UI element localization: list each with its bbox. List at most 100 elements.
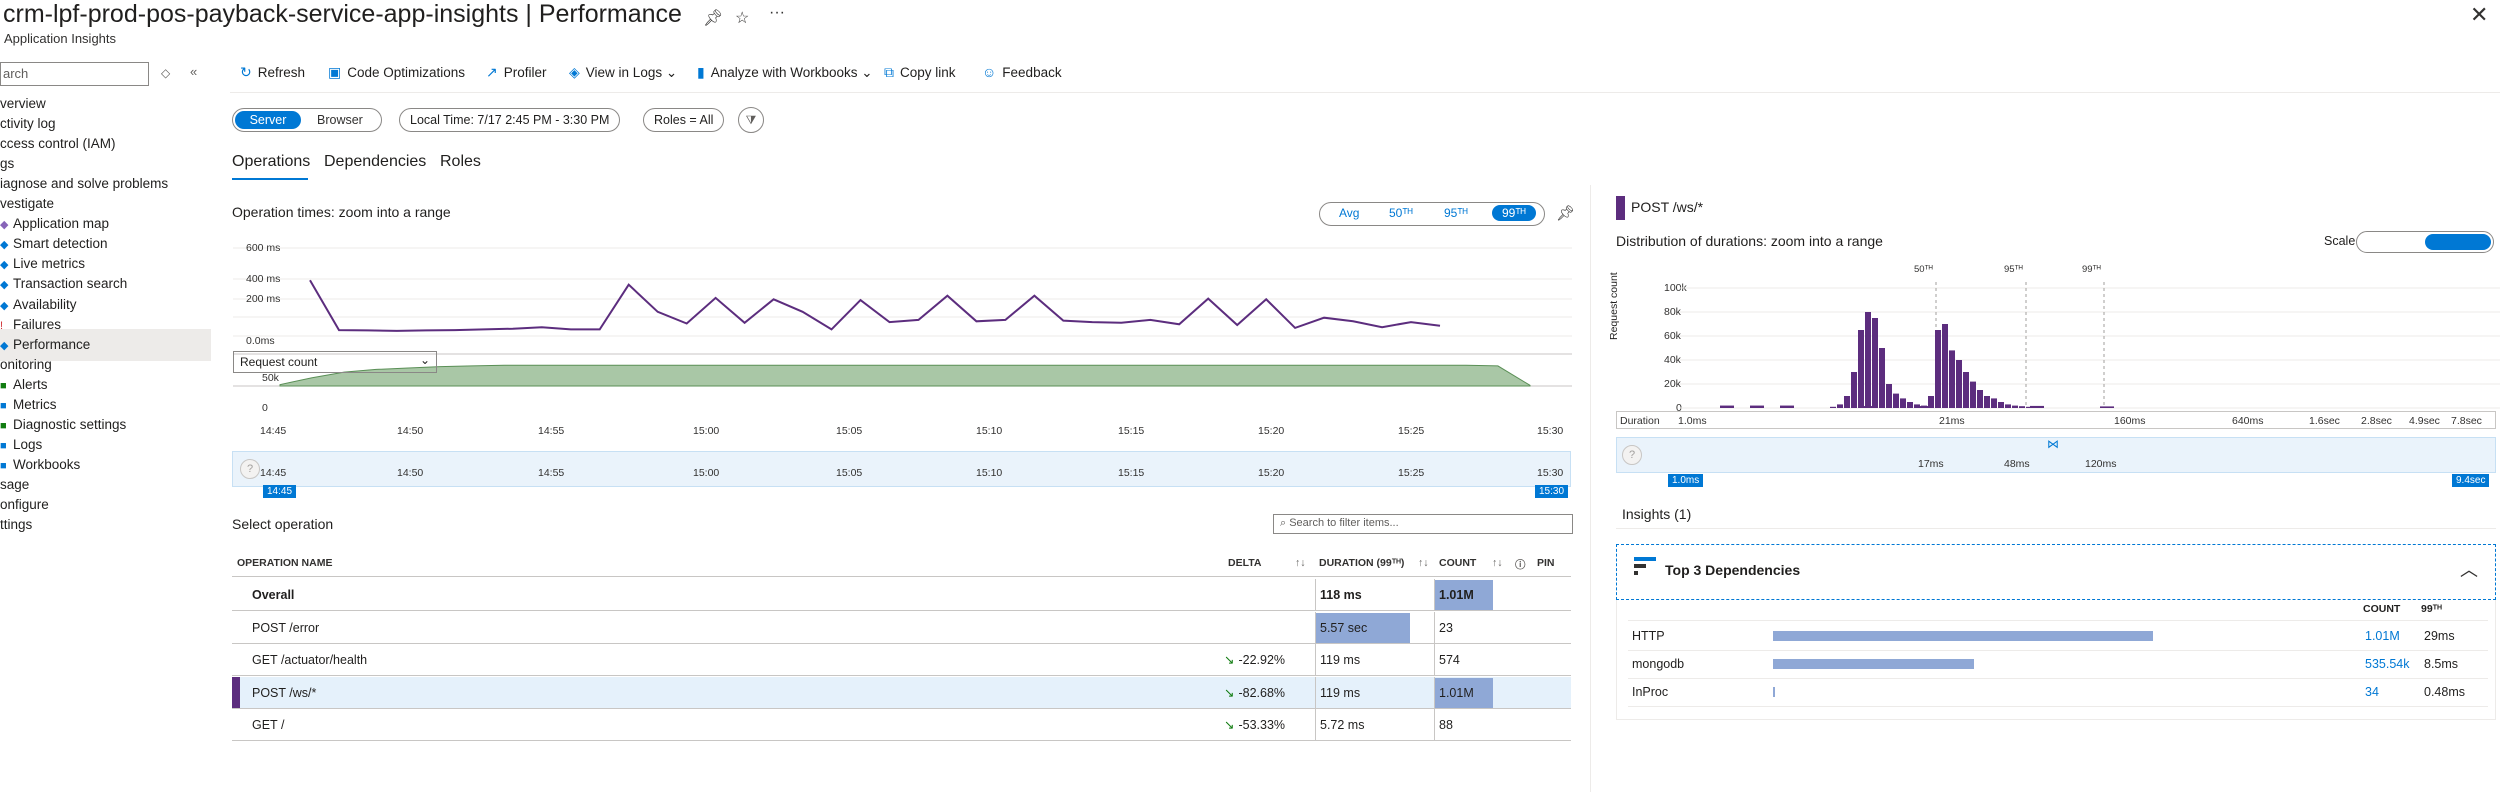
delta-cell: ↘ -82.68% [1224, 677, 1285, 709]
sidebar-item-4[interactable]: iagnose and solve problems [0, 174, 211, 194]
col-delta[interactable]: DELTA [1228, 557, 1261, 569]
seg-95th[interactable]: 95ᵀᴴ [1444, 206, 1468, 220]
dependency-count[interactable]: 535.54k [2365, 657, 2409, 671]
seg-50th[interactable]: 50ᵀᴴ [1389, 206, 1413, 220]
histogram-bar [1963, 372, 1969, 408]
pin-chart-icon[interactable]: 📌︎ [1556, 204, 1575, 222]
operation-name[interactable]: Overall [252, 579, 294, 611]
sidebar-item-21[interactable]: ttings [0, 515, 211, 535]
sort-icon[interactable]: ↑↓ [1492, 557, 1503, 569]
duration-axis-title: Duration [1620, 415, 1660, 427]
server-option[interactable]: Server [235, 111, 301, 129]
sidebar-item-10[interactable]: ◆ Availability [0, 295, 211, 315]
sidebar-item-18[interactable]: ■ Workbooks [0, 455, 211, 475]
sidebar-item-15[interactable]: ■ Metrics [0, 395, 211, 415]
duration-range-end[interactable]: 9.4sec [2452, 474, 2490, 487]
dist-x-tick-label: 640ms [2232, 415, 2264, 427]
tab-roles[interactable]: Roles [440, 153, 481, 171]
view-in-logs-button[interactable]: ◈ View in Logs ⌄ [569, 64, 677, 81]
filter-items-input[interactable]: ⌕ Search to filter items... [1273, 514, 1573, 534]
code-icon: ▣ [328, 64, 342, 80]
detection-icon: ◆ [0, 239, 9, 252]
feedback-button[interactable]: ☺ Feedback [982, 64, 1062, 80]
sidebar-item-16[interactable]: ■ Diagnostic settings [0, 415, 211, 435]
code-optimizations-button[interactable]: ▣ Code Optimizations [328, 64, 465, 81]
tab-operations[interactable]: Operations [232, 153, 310, 171]
table-row[interactable]: GET / ↘ -53.33% 5.72 ms 88 [232, 709, 1571, 741]
dependency-count[interactable]: 1.01M [2365, 629, 2400, 643]
server-browser-toggle[interactable]: Server Browser [232, 108, 382, 132]
col-pin[interactable]: PIN [1537, 557, 1555, 569]
sidebar-item-0[interactable]: verview [0, 94, 211, 114]
star-icon[interactable]: ☆ [735, 8, 749, 28]
table-row[interactable]: POST /ws/* ↘ -82.68% 119 ms 1.01M [232, 676, 1571, 709]
tab-dependencies[interactable]: Dependencies [324, 153, 426, 171]
scale-toggle[interactable] [2356, 231, 2494, 253]
table-row[interactable]: Overall 118 ms 1.01M [232, 579, 1571, 611]
histogram-bar [1956, 360, 1962, 408]
seg-avg[interactable]: Avg [1339, 206, 1359, 220]
sidebar-item-13[interactable]: onitoring [0, 355, 211, 375]
sidebar-item-2[interactable]: ccess control (IAM) [0, 134, 211, 154]
seg-99th[interactable]: 99ᵀᴴ [1492, 205, 1536, 221]
sidebar-item-20[interactable]: onfigure [0, 495, 211, 515]
sidebar-item-1[interactable]: ctivity log [0, 114, 211, 134]
operation-name[interactable]: POST /ws/* [252, 677, 316, 709]
sidebar-item-5[interactable]: vestigate [0, 194, 211, 214]
refresh-button[interactable]: ↻ Refresh [240, 64, 305, 81]
histogram-bar [1893, 393, 1899, 408]
request-count-select[interactable]: Request count ⌄ [233, 351, 437, 373]
sidebar-item-9[interactable]: ◆ Transaction search [0, 274, 211, 294]
x-tick-label: 14:45 [260, 425, 287, 437]
table-row[interactable]: GET /actuator/health ↘ -22.92% 119 ms 574 [232, 644, 1571, 676]
more-icon[interactable]: ··· [769, 4, 785, 22]
operation-name[interactable]: POST /error [252, 612, 319, 644]
zoom-marker-icon[interactable]: ⋈ [2047, 437, 2059, 451]
col-count[interactable]: COUNT [1439, 557, 1476, 569]
dependency-count[interactable]: 34 [2365, 685, 2379, 699]
histogram-bar [1984, 396, 1990, 408]
reset-zoom-icon[interactable]: ? [240, 459, 260, 479]
sidebar-search-input[interactable]: arch [0, 62, 149, 86]
browser-option[interactable]: Browser [317, 111, 363, 129]
percentile-selector[interactable]: Avg 50ᵀᴴ 95ᵀᴴ 99ᵀᴴ [1319, 202, 1545, 226]
time-range-brush[interactable] [232, 451, 1571, 487]
sort-icon[interactable]: ↑↓ [1418, 557, 1429, 569]
duration-range-start[interactable]: 1.0ms [1668, 474, 1704, 487]
sidebar-item-3[interactable]: gs [0, 154, 211, 174]
y-tick-label: 600 ms [246, 242, 281, 254]
add-filter-icon[interactable]: ⧩ [738, 107, 764, 133]
profiler-button[interactable]: ↗ Profiler [486, 64, 547, 81]
sidebar-item-14[interactable]: ■ Alerts [0, 375, 211, 395]
expand-icon[interactable]: ◇ [161, 66, 170, 80]
col-operation-name[interactable]: OPERATION NAME [237, 557, 332, 569]
close-icon[interactable]: ✕ [2470, 2, 2488, 28]
pin-icon[interactable]: 📌︎ [703, 8, 723, 28]
card-title: Top 3 Dependencies [1665, 562, 1801, 578]
sidebar-item-label: vestigate [0, 196, 55, 212]
sidebar-item-17[interactable]: ■ Logs [0, 435, 211, 455]
sidebar-item-label: iagnose and solve problems [0, 176, 169, 192]
sort-icon[interactable]: ↑↓ [1295, 557, 1306, 569]
range-start-badge[interactable]: 14:45 [263, 485, 297, 498]
chevron-up-icon[interactable]: ︿ [2460, 556, 2478, 582]
table-row[interactable]: POST /error 5.57 sec 23 [232, 611, 1571, 644]
operation-name[interactable]: GET /actuator/health [252, 644, 367, 676]
y-tick-label: 200 ms [246, 293, 281, 305]
copy-link-button[interactable]: ⧉ Copy link [884, 64, 956, 81]
roles-filter[interactable]: Roles = All [643, 108, 725, 132]
sidebar-item-8[interactable]: ◆ Live metrics [0, 254, 211, 274]
sidebar-item-7[interactable]: ◆ Smart detection [0, 234, 211, 254]
reset-zoom-icon[interactable]: ? [1622, 445, 1642, 465]
sidebar-item-6[interactable]: ◆ Application map [0, 214, 211, 234]
range-end-badge[interactable]: 15:30 [1535, 485, 1569, 498]
x-tick-label: 15:00 [693, 425, 720, 437]
sidebar-item-19[interactable]: sage [0, 475, 211, 495]
collapse-icon[interactable]: « [190, 64, 197, 79]
col-duration[interactable]: DURATION (99ᵀᴴ) [1319, 557, 1404, 569]
operation-name[interactable]: GET / [252, 709, 284, 741]
time-range-filter[interactable]: Local Time: 7/17 2:45 PM - 3:30 PM [399, 108, 621, 132]
analyze-workbooks-button[interactable]: ▮ Analyze with Workbooks ⌄ [697, 64, 873, 81]
histogram-bar [1830, 406, 1836, 408]
count-value: 1.01M [1439, 588, 1474, 602]
